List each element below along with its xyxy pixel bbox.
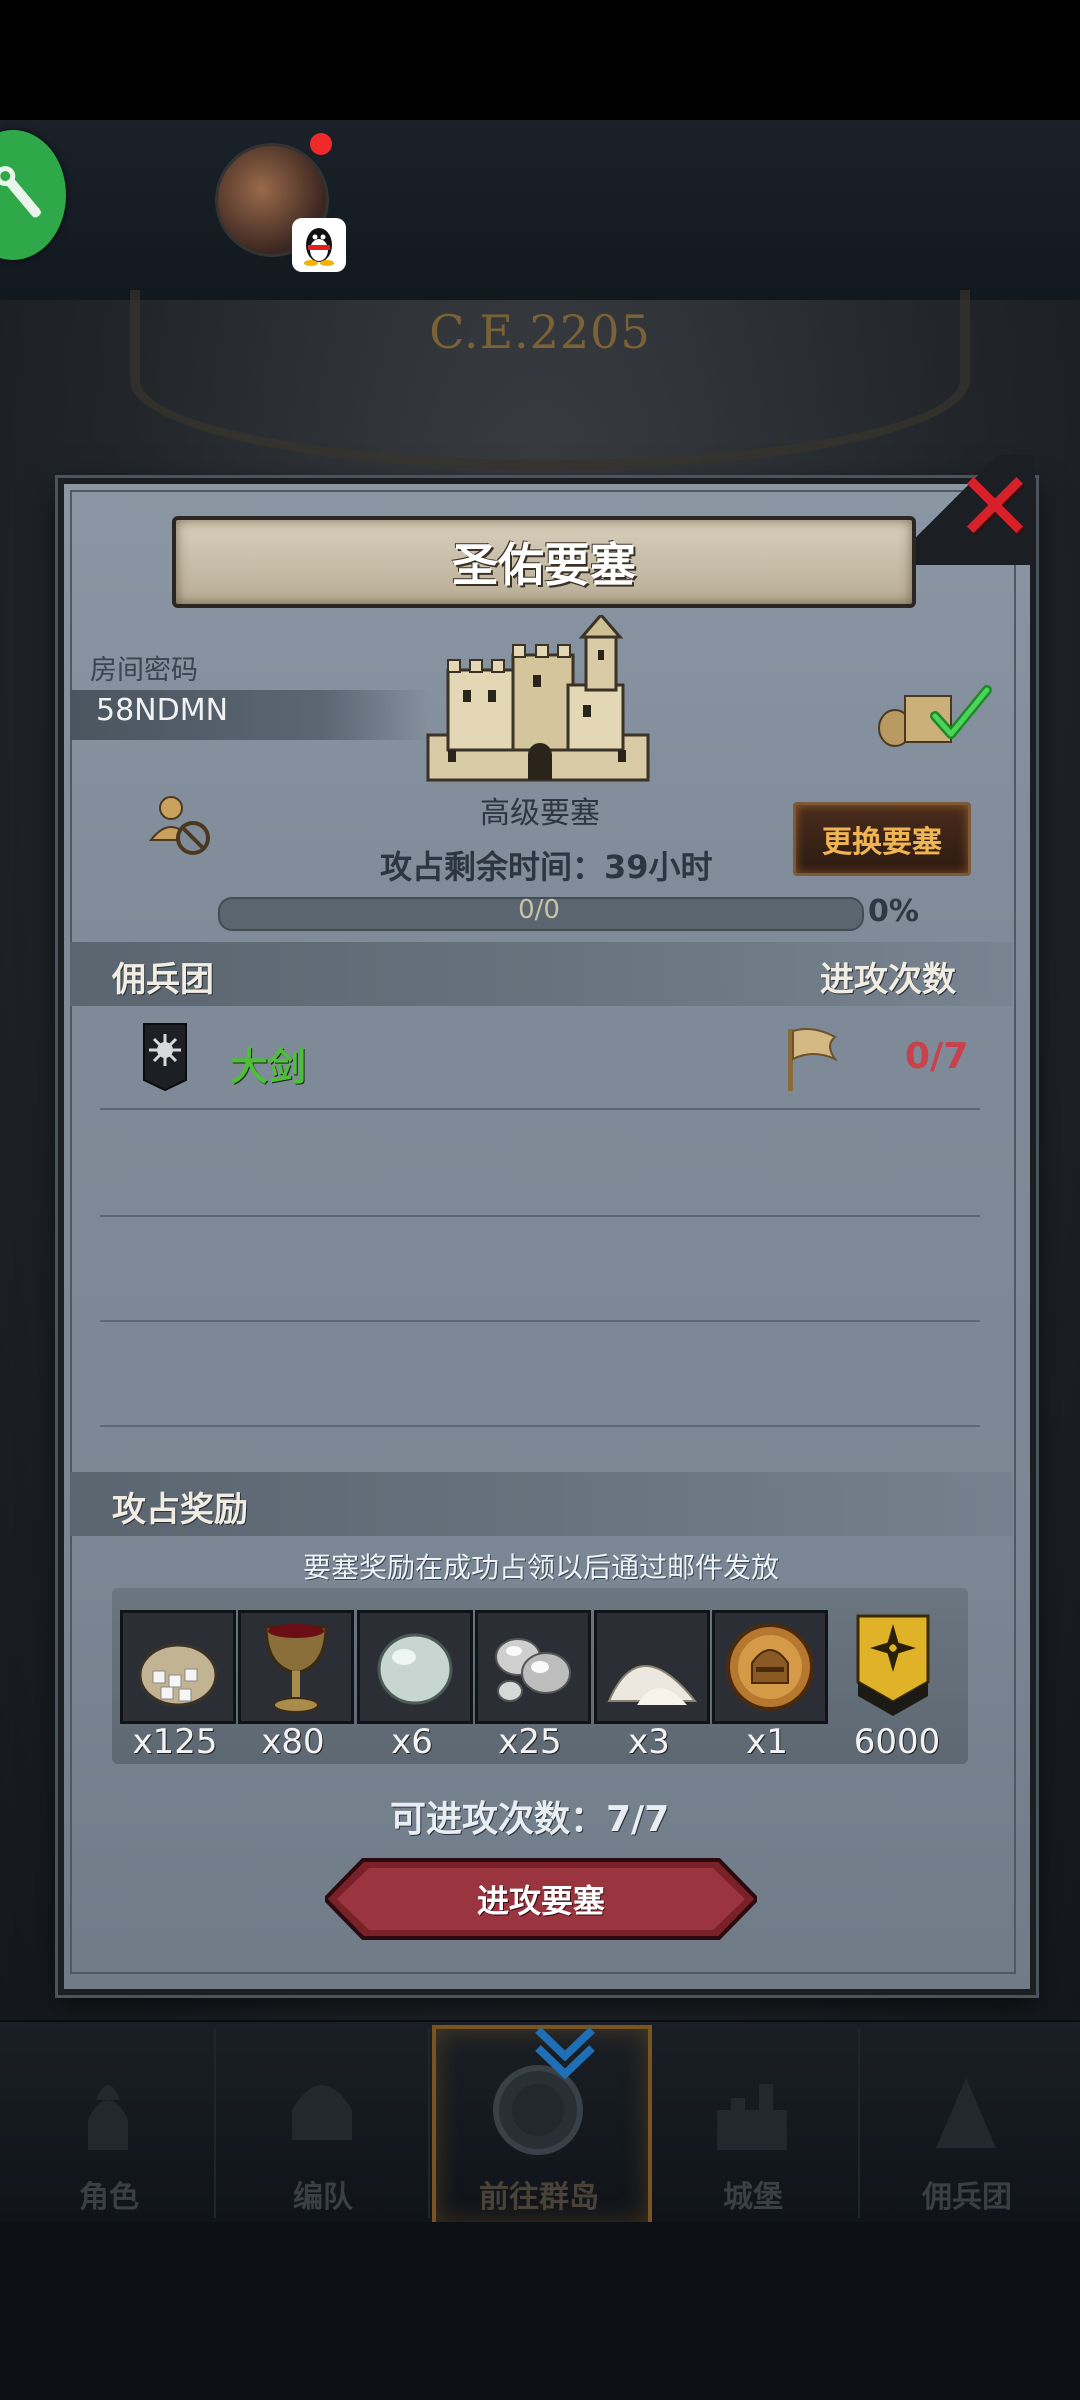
fortress-castle-icon bbox=[418, 612, 658, 790]
row-divider bbox=[100, 1320, 980, 1322]
chevron-down-icon bbox=[530, 2020, 600, 2090]
nav-label: 佣兵团 bbox=[922, 2180, 1012, 2215]
close-x-icon[interactable]: ✕ bbox=[950, 459, 1040, 555]
row-divider bbox=[100, 1108, 980, 1110]
nav-label: 角色 bbox=[79, 2180, 139, 2215]
sugar-sack-icon[interactable] bbox=[120, 1610, 236, 1724]
qq-penguin-icon[interactable] bbox=[292, 218, 346, 272]
gem-stone-icon[interactable] bbox=[357, 1610, 473, 1724]
reward-qty: x3 bbox=[628, 1722, 670, 1762]
supply-check-icon[interactable] bbox=[875, 678, 1000, 750]
reward-header: 攻占奖励 bbox=[112, 1490, 248, 1530]
reward-qty: x1 bbox=[746, 1722, 788, 1762]
change-fortress-button[interactable]: 更换要塞 bbox=[793, 802, 971, 876]
attacks-available: 可进攻次数：7/7 bbox=[390, 1799, 670, 1840]
mercenary-name[interactable]: 大剑 bbox=[230, 1036, 306, 1091]
mercenary-attack-count: 0/7 bbox=[905, 1036, 969, 1077]
mercenary-icon bbox=[916, 2060, 1016, 2160]
rank-badge-icon[interactable] bbox=[848, 1610, 938, 1718]
header-bar bbox=[0, 120, 1080, 302]
reward-qty: x6 bbox=[391, 1722, 433, 1762]
knight-helmet-medal-icon[interactable] bbox=[712, 1610, 828, 1724]
nav-label: 前往群岛 bbox=[479, 2180, 599, 2215]
formation-helmet-icon bbox=[272, 2060, 372, 2160]
row-divider bbox=[100, 1425, 980, 1427]
castle-icon bbox=[702, 2060, 802, 2160]
user-block-icon[interactable] bbox=[145, 790, 215, 860]
attack-fortress-label: 进攻要塞 bbox=[476, 1882, 605, 1920]
reward-qty: x80 bbox=[261, 1722, 325, 1762]
title-banner: 圣佑要塞 bbox=[172, 516, 916, 608]
reward-qty: x25 bbox=[498, 1722, 562, 1762]
goblet-icon[interactable] bbox=[238, 1610, 354, 1724]
attack-count-header: 进攻次数 bbox=[820, 960, 956, 1000]
era-label: C.E.2205 bbox=[429, 305, 651, 359]
wrench-screwdriver-icon[interactable] bbox=[0, 130, 66, 260]
bottom-background bbox=[0, 2222, 1080, 2400]
room-password-label: 房间密码 bbox=[90, 655, 198, 686]
dialog-title: 圣佑要塞 bbox=[452, 538, 636, 592]
character-knight-icon bbox=[58, 2060, 158, 2160]
fortress-level-label: 高级要塞 bbox=[480, 796, 600, 831]
row-divider bbox=[100, 1215, 980, 1217]
nav-label: 编队 bbox=[293, 2180, 353, 2215]
status-bar-background bbox=[0, 0, 1080, 120]
capture-progress-percent: 0% bbox=[868, 894, 919, 929]
notification-dot bbox=[310, 133, 332, 155]
mercenary-header: 佣兵团 bbox=[112, 960, 214, 1000]
silver-ore-icon[interactable] bbox=[475, 1610, 591, 1724]
salt-pile-icon[interactable] bbox=[594, 1610, 710, 1724]
time-remaining: 攻占剩余时间：39小时 bbox=[380, 848, 713, 886]
flag-icon bbox=[782, 1025, 838, 1093]
room-password-value[interactable]: 58NDMN bbox=[96, 693, 228, 728]
guild-banner-icon bbox=[142, 1022, 188, 1092]
reward-note: 要塞奖励在成功占领以后通过邮件发放 bbox=[302, 1551, 779, 1584]
nav-label: 城堡 bbox=[723, 2180, 783, 2215]
reward-qty: x125 bbox=[132, 1722, 218, 1762]
capture-progress-text: 0/0 bbox=[518, 895, 560, 925]
reward-qty: 6000 bbox=[853, 1722, 941, 1762]
